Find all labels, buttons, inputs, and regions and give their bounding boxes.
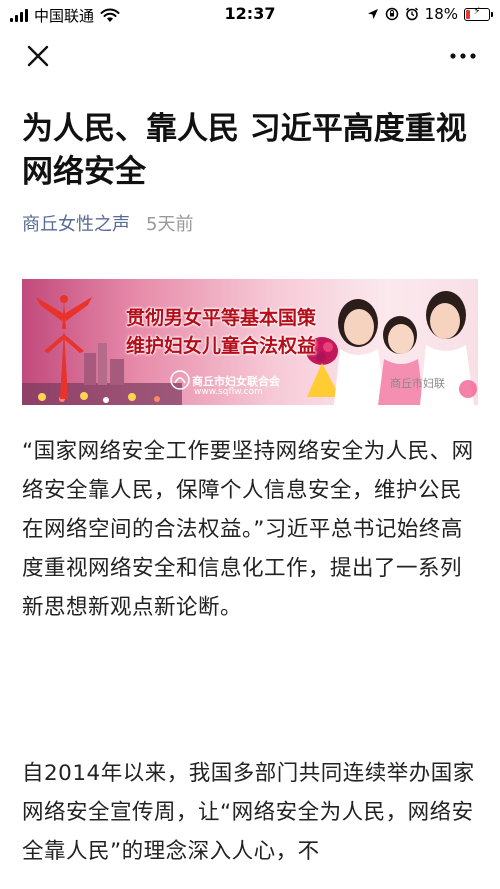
status-bar: 中国联通 12:37 18% ⚡ [0,0,500,30]
battery-icon: ⚡ [464,5,493,21]
battery-percent: 18% [424,5,458,23]
article-paragraph: “国家网络安全工作要坚持网络安全为人民、网络安全靠人民，保障个人信息安全，维护公… [22,439,474,620]
article-paragraph: 自2014年以来，我国多部门共同连续举办国家网络安全宣传周，让“网络安全为人民，… [22,761,475,864]
article-meta: 商丘女性之声 5天前 [22,210,193,236]
location-arrow-icon [367,9,378,19]
charging-bolt-icon: ⚡ [473,5,481,17]
banner-slogan-1: 贯彻男女平等基本国策 [126,307,317,329]
author-link[interactable]: 商丘女性之声 [22,210,130,236]
banner-url: www.sqflw.com [194,387,263,397]
nav-bar [0,30,500,82]
close-icon[interactable] [24,42,52,70]
article-title: 为人民、靠人民 习近平高度重视网络安全 [22,111,467,190]
article-banner-image[interactable]: 贯彻男女平等基本国策 维护妇女儿童合法权益 商丘市妇女联合会 www.sqflw… [22,279,478,405]
publish-time: 5天前 [146,214,194,235]
banner-watermark: 商丘市妇联 [390,377,445,390]
alarm-icon [405,7,418,21]
status-right: 18% ⚡ [367,5,493,23]
orientation-lock-icon [385,7,398,21]
banner-slogan-2: 维护妇女儿童合法权益 [126,335,317,357]
more-icon[interactable] [448,44,478,68]
